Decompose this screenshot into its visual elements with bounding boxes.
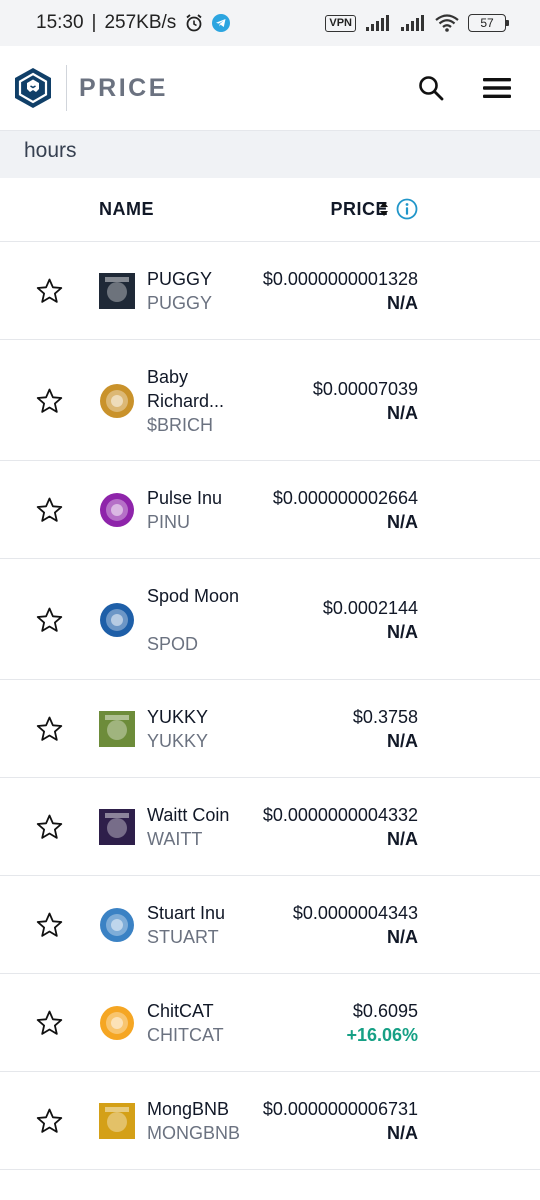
coin-row[interactable]: PUGGY PUGGY $0.0000000001328 N/A (0, 242, 540, 340)
coin-row[interactable]: Waitt Coin WAITT $0.0000000004332 N/A (0, 778, 540, 876)
coin-name[interactable]: ChitCAT (147, 999, 242, 1023)
coin-logo-icon (100, 1006, 134, 1040)
coin-24h-change: N/A (387, 829, 418, 849)
coin-logo-icon (100, 602, 134, 637)
search-icon (419, 76, 444, 101)
coin-24h-change: N/A (387, 731, 418, 751)
coin-24h-change: N/A (387, 293, 418, 313)
coin-24h-change: N/A (387, 1123, 418, 1143)
status-network-speed: 257KB/s (104, 12, 177, 33)
coin-24h-change: N/A (387, 512, 418, 532)
coin-list: PUGGY PUGGY $0.0000000001328 N/A Baby Richar… (0, 242, 540, 1170)
coin-symbol: MONGBNB (147, 1123, 241, 1143)
coin-logo-icon (100, 383, 134, 418)
coin-name[interactable]: YUKKY (147, 705, 242, 729)
coin-symbol: YUKKY (147, 731, 209, 751)
crypto-com-logo-icon[interactable] (14, 67, 52, 109)
coin-price: $0.0000004343 (292, 903, 418, 923)
coin-24h-change: N/A (387, 927, 418, 947)
coin-logo-icon (100, 493, 134, 527)
battery-indicator: 57 (468, 14, 509, 32)
alarm-icon (186, 14, 202, 32)
coin-price: $0.6095 (352, 1001, 418, 1021)
status-left: 15:30 | 257KB/s (36, 12, 231, 34)
coin-name[interactable]: Spod Moon (147, 584, 242, 608)
column-header-name[interactable]: NAME (99, 199, 154, 220)
search-button[interactable] (414, 71, 448, 105)
coin-price: $0.0000000006731 (262, 1099, 418, 1119)
coin-symbol: STUART (147, 927, 219, 947)
status-separator: | (91, 12, 97, 33)
header-divider (66, 65, 67, 111)
favorite-star-icon[interactable] (36, 607, 63, 633)
status-time: 15:30 (36, 12, 84, 33)
coin-row[interactable]: Stuart Inu STUART $0.0000004343 N/A (0, 876, 540, 974)
coin-symbol: CHITCAT (147, 1025, 224, 1045)
favorite-star-icon[interactable] (36, 278, 63, 304)
coin-name[interactable]: MongBNB (147, 1097, 242, 1121)
coin-row[interactable]: MongBNB MONGBNB $0.0000000006731 N/A (0, 1072, 540, 1170)
coin-logo-icon (99, 273, 135, 309)
coin-price: $0.00007039 (312, 378, 418, 399)
coin-row[interactable]: Baby Richard... $BRICH $0.00007039 N/A (0, 340, 540, 461)
page-title: PRICE (79, 73, 168, 102)
coin-row[interactable]: ChitCAT CHITCAT $0.6095 +16.06% (0, 974, 540, 1072)
coin-price: $0.000000002664 (272, 488, 418, 508)
info-icon[interactable] (396, 198, 418, 220)
coin-logo-icon (99, 809, 135, 845)
coin-logo-icon (99, 711, 135, 747)
coin-price: $0.0002144 (322, 597, 418, 618)
coin-name[interactable]: Baby Richard... (147, 365, 242, 413)
favorite-star-icon[interactable] (36, 497, 63, 523)
favorite-star-icon[interactable] (36, 1010, 63, 1036)
notice-text: hours (24, 139, 77, 162)
coin-symbol: $BRICH (147, 414, 214, 435)
wifi-icon (435, 14, 459, 32)
coin-symbol: WAITT (147, 829, 203, 849)
notice-banner: hours (0, 130, 540, 178)
coin-price: $0.0000000004332 (262, 805, 418, 825)
signal-icon (366, 15, 389, 31)
coin-name[interactable]: Pulse Inu (147, 486, 242, 510)
table-header: NAME PRICE (0, 178, 540, 242)
favorite-star-icon[interactable] (36, 814, 63, 840)
coin-row[interactable]: YUKKY YUKKY $0.3758 N/A (0, 680, 540, 778)
coin-row[interactable]: Spod Moon SPOD $0.0002144 N/A (0, 559, 540, 680)
favorite-star-icon[interactable] (36, 388, 63, 414)
favorite-star-icon[interactable] (36, 912, 63, 938)
coin-symbol: PUGGY (147, 293, 213, 313)
coin-name[interactable]: Waitt Coin (147, 803, 242, 827)
coin-price: $0.0000000001328 (262, 269, 418, 289)
coin-name[interactable]: PUGGY (147, 267, 242, 291)
sort-icon[interactable] (379, 200, 389, 218)
coin-24h-change: +16.06% (346, 1025, 418, 1045)
coin-name[interactable]: Stuart Inu (147, 901, 242, 925)
status-right: VPN 57 (325, 14, 509, 32)
coin-symbol: PINU (147, 512, 191, 532)
coin-row[interactable]: Pulse Inu PINU $0.000000002664 N/A (0, 461, 540, 559)
favorite-star-icon[interactable] (36, 1108, 63, 1134)
coin-price: $0.3758 (352, 707, 418, 727)
hamburger-menu-icon (483, 78, 511, 98)
favorite-star-icon[interactable] (36, 716, 63, 742)
menu-button[interactable] (480, 71, 514, 105)
coin-logo-icon (99, 1103, 135, 1139)
coin-24h-change: N/A (387, 621, 418, 642)
coin-logo-icon (100, 908, 134, 942)
signal-icon-2 (401, 15, 424, 31)
status-bar: 15:30 | 257KB/s VPN 57 (0, 0, 540, 46)
app-header: PRICE (0, 46, 540, 130)
telegram-icon (212, 14, 231, 32)
coin-24h-change: N/A (387, 402, 418, 423)
vpn-badge: VPN (325, 14, 356, 32)
coin-symbol: SPOD (147, 633, 199, 654)
